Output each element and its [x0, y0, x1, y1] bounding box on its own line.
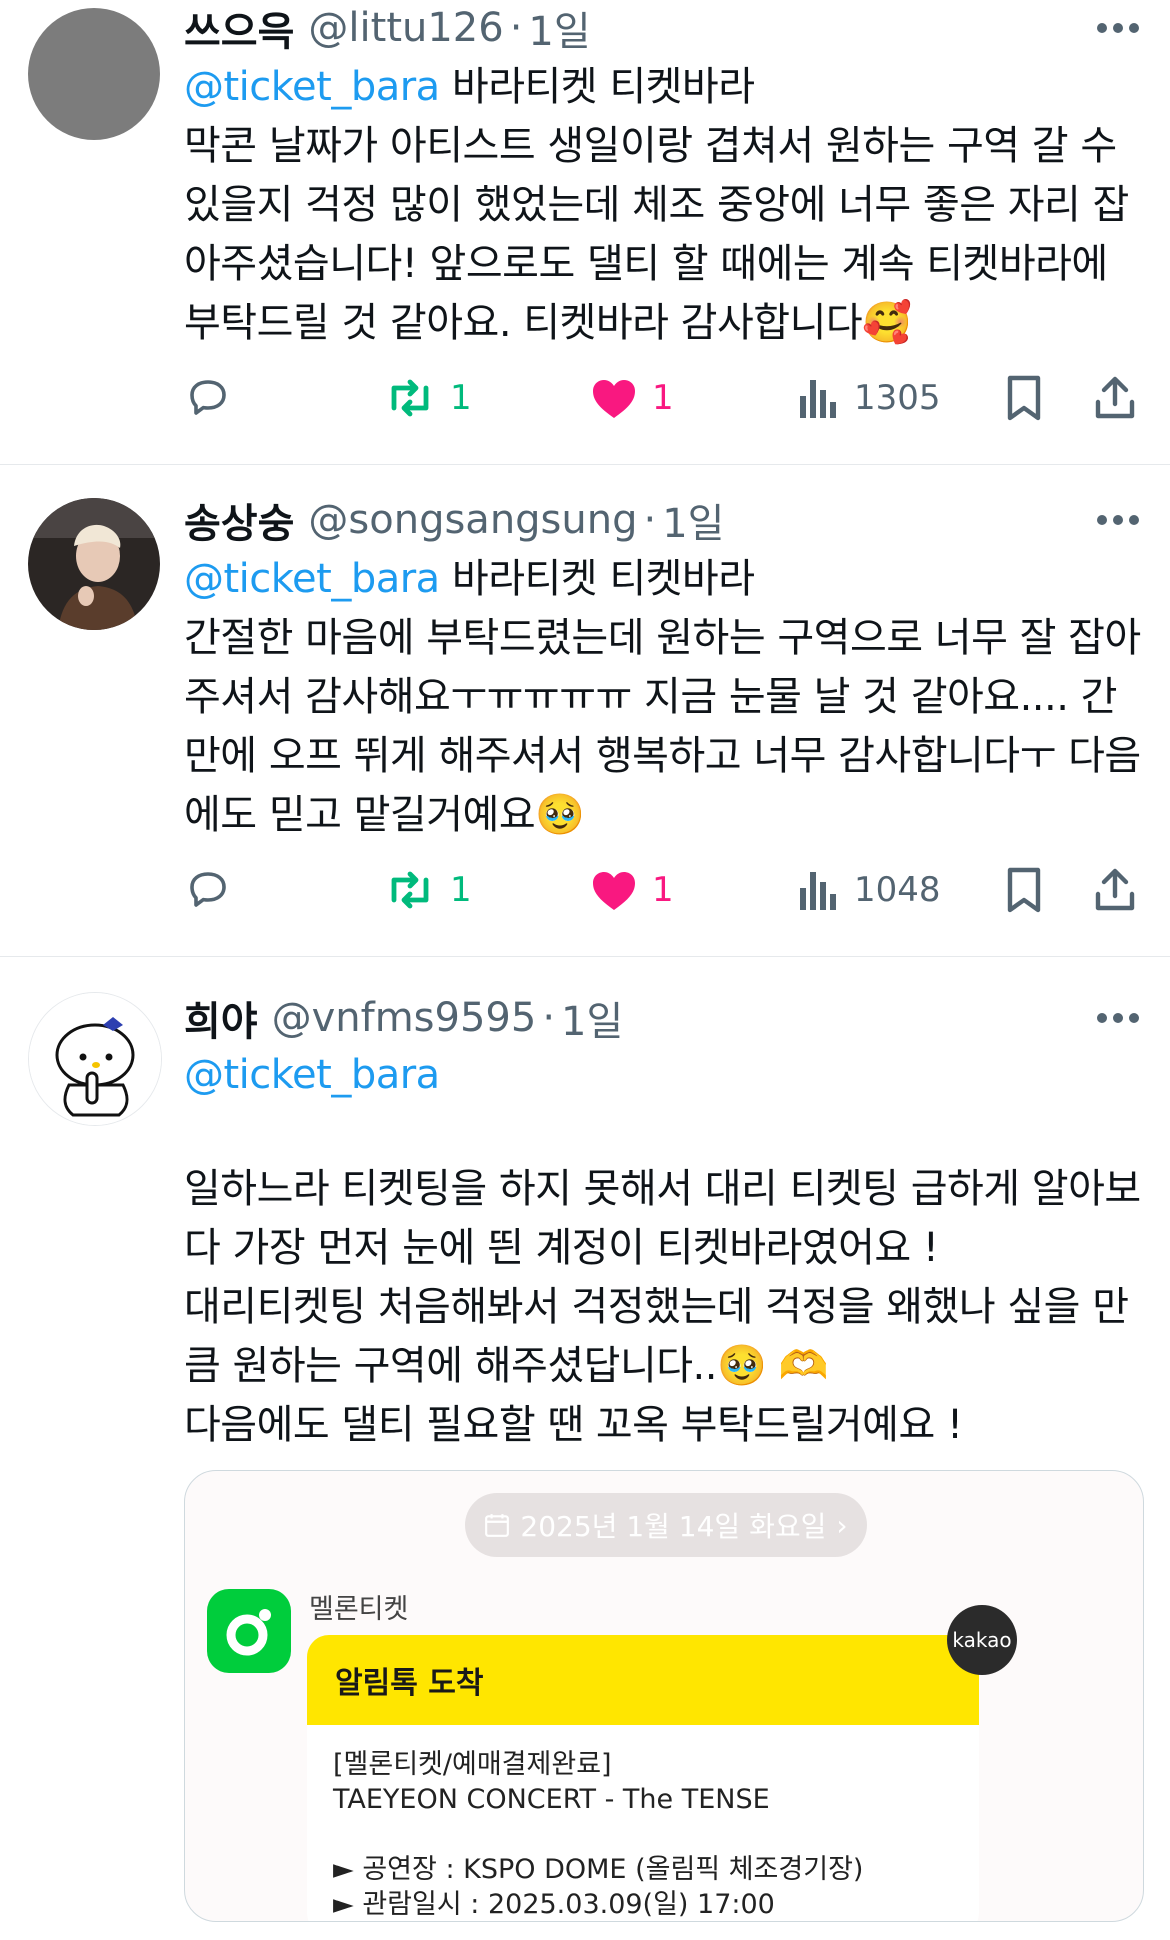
retweet-icon — [391, 871, 429, 909]
alimtalk-bubble: 알림톡 도착 [멜론티켓/예매결제완료] TAEYEON CONCERT - T… — [307, 1635, 979, 1921]
melon-ticket-logo — [207, 1589, 291, 1673]
views-button[interactable]: 1048 — [796, 862, 941, 918]
mention-link[interactable]: @ticket_bara — [184, 64, 440, 110]
share-icon — [1095, 868, 1135, 911]
bubble-title: 알림톡 도착 — [307, 1635, 979, 1725]
tweet-text: 일하느라 티켓팅을 하지 못해서 대리 티켓팅 급하게 알아보다 가장 먼저 눈… — [184, 1166, 1141, 1448]
avatar-image — [28, 498, 160, 630]
separator-dot: · — [509, 5, 523, 51]
tweet-header: 쓰으윽 @littu126 · 1일 — [184, 0, 591, 56]
avatar[interactable] — [28, 498, 160, 630]
calendar-icon — [485, 1514, 510, 1537]
mention-link[interactable]: @ticket_bara — [184, 556, 440, 602]
tweet-text: @ticket_bara 바라티켓 티켓바라 막콘 날짜가 아티스트 생일이랑 … — [184, 58, 1144, 353]
bookmark-button[interactable] — [1002, 862, 1046, 918]
like-button[interactable]: 1 — [590, 370, 674, 426]
bubble-body: [멜론티켓/예매결제완료] TAEYEON CONCERT - The TENS… — [333, 1749, 864, 1920]
like-count: 1 — [652, 870, 674, 910]
timestamp[interactable]: 1일 — [561, 989, 623, 1047]
attached-image[interactable]: 2025년 1월 14일 화요일 › 멜론티켓 알림톡 도착 [멜론티켓/예매결… — [184, 1470, 1144, 1922]
more-options-icon[interactable] — [1090, 500, 1146, 540]
bookmark-button[interactable] — [1002, 370, 1046, 426]
display-name[interactable]: 희야 — [184, 989, 258, 1047]
retweet-count: 1 — [450, 378, 472, 418]
avatar-image — [29, 993, 161, 1125]
action-bar: 1 1 1305 — [184, 370, 1144, 426]
retweet-button[interactable]: 1 — [384, 862, 472, 918]
separator-dot: · — [643, 497, 657, 543]
like-count: 1 — [652, 378, 674, 418]
reply-icon — [190, 872, 226, 907]
reply-button[interactable] — [184, 370, 232, 426]
view-count: 1048 — [854, 870, 941, 910]
user-handle[interactable]: @vnfms9595 — [272, 995, 537, 1041]
reply-icon — [190, 380, 226, 415]
date-text: 2025년 1월 14일 화요일 — [520, 1510, 827, 1543]
heart-icon — [593, 872, 635, 910]
user-handle[interactable]: @littu126 — [308, 5, 503, 51]
avatar[interactable] — [28, 8, 160, 140]
views-button[interactable]: 1305 — [796, 370, 941, 426]
like-button[interactable]: 1 — [590, 862, 674, 918]
share-icon — [1095, 376, 1135, 419]
display-name[interactable]: 쓰으윽 — [184, 0, 294, 57]
avatar[interactable] — [28, 992, 162, 1126]
retweet-icon — [391, 379, 429, 417]
retweet-button[interactable]: 1 — [384, 370, 472, 426]
tweet-header: 송상숭 @songsangsung · 1일 — [184, 492, 724, 548]
bookmark-icon — [1007, 375, 1041, 421]
kakao-badge: kakao — [947, 1605, 1017, 1675]
bookmark-icon — [1007, 867, 1041, 913]
tweet-divider — [0, 956, 1170, 957]
date-pill: 2025년 1월 14일 화요일 › — [465, 1493, 867, 1557]
reply-button[interactable] — [184, 862, 232, 918]
retweet-count: 1 — [450, 870, 472, 910]
analytics-icon — [800, 380, 836, 418]
share-button[interactable] — [1092, 370, 1138, 426]
avatar-image — [28, 8, 160, 140]
user-handle[interactable]: @songsangsung — [308, 497, 637, 543]
tweet-header: 희야 @vnfms9595 · 1일 — [184, 990, 623, 1046]
more-options-icon[interactable] — [1090, 8, 1146, 48]
mention-line: @ticket_bara — [184, 1046, 1144, 1105]
heart-icon — [593, 380, 635, 418]
tweet-divider — [0, 464, 1170, 465]
view-count: 1305 — [854, 378, 941, 418]
action-bar: 1 1 1048 — [184, 862, 1144, 918]
analytics-icon — [800, 872, 836, 910]
timestamp[interactable]: 1일 — [662, 491, 724, 549]
display-name[interactable]: 송상숭 — [184, 491, 294, 549]
separator-dot: · — [542, 995, 556, 1041]
more-options-icon[interactable] — [1090, 998, 1146, 1038]
mention-link[interactable]: @ticket_bara — [184, 1052, 440, 1098]
tweet-text: @ticket_bara 바라티켓 티켓바라 간절한 마음에 부탁드렸는데 원하… — [184, 550, 1144, 845]
chevron-right-icon: › — [836, 1508, 848, 1542]
sender-name: 멜론티켓 — [309, 1594, 409, 1625]
timestamp[interactable]: 1일 — [528, 0, 590, 57]
share-button[interactable] — [1092, 862, 1138, 918]
